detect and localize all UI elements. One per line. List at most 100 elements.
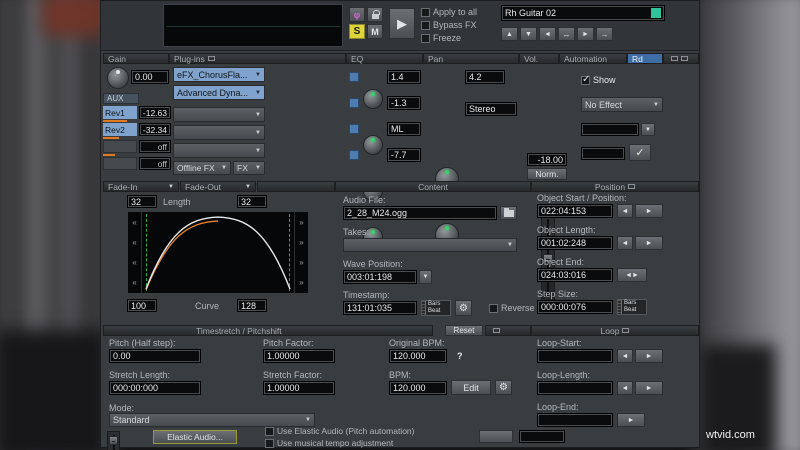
tab-plugins[interactable]: Plug-ins bbox=[169, 53, 346, 64]
object-end-field[interactable]: 024:03:016 bbox=[537, 268, 613, 282]
aux-send-3-name[interactable] bbox=[103, 140, 137, 153]
eq-band-3-enable[interactable] bbox=[349, 124, 359, 134]
nav-swap-button[interactable]: ↔ bbox=[558, 27, 575, 41]
loop-end-right-button[interactable]: ► bbox=[617, 413, 645, 427]
loop-length-left-button[interactable]: ◄ bbox=[617, 381, 633, 395]
browse-file-button[interactable] bbox=[500, 206, 517, 220]
object-start-field[interactable]: 022:04:153 bbox=[537, 204, 613, 218]
solo-button[interactable]: S bbox=[349, 24, 365, 39]
use-musical-box[interactable] bbox=[265, 438, 274, 448]
stretch-length-field[interactable]: 000:00:000 bbox=[109, 381, 201, 395]
apply-to-all-box[interactable] bbox=[421, 7, 430, 17]
reverse-checkbox[interactable]: Reverse bbox=[489, 303, 535, 313]
nav-up-button[interactable]: ▲ bbox=[501, 27, 518, 41]
bypass-fx-checkbox[interactable]: Bypass FX bbox=[421, 20, 477, 30]
use-elastic-checkbox[interactable]: Use Elastic Audio (Pitch automation) bbox=[265, 426, 414, 436]
normalize-button[interactable]: Norm. bbox=[527, 168, 567, 180]
object-length-right-button[interactable]: ► bbox=[635, 236, 663, 250]
fade-in-preset-strip[interactable]: «««« bbox=[128, 212, 142, 293]
loop-start-field[interactable] bbox=[537, 349, 613, 363]
volume-value-field[interactable]: -18.00 bbox=[527, 153, 567, 166]
loop-collapse-icon[interactable] bbox=[622, 328, 630, 333]
step-size-field[interactable]: 000:00:076 bbox=[537, 300, 613, 314]
automation-show-box[interactable] bbox=[581, 74, 590, 85]
original-bpm-field[interactable]: 120.000 bbox=[389, 349, 447, 363]
elastic-audio-button[interactable]: Elastic Audio... bbox=[153, 430, 237, 444]
use-musical-checkbox[interactable]: Use musical tempo adjustment bbox=[265, 438, 393, 448]
nav-next-button[interactable]: ► bbox=[577, 27, 594, 41]
eq-band-4-enable[interactable] bbox=[349, 150, 359, 160]
tab-rd[interactable]: Rd bbox=[627, 53, 663, 64]
timestamp-bars-beat-button[interactable]: Bars Beat bbox=[421, 300, 451, 316]
eq-band-2-value[interactable]: -1.3 bbox=[387, 96, 421, 110]
offline-fx-dropdown[interactable]: Offline FX ▼ bbox=[173, 161, 231, 175]
pan-mode-field[interactable]: Stereo bbox=[465, 102, 517, 116]
bottom-blank-field[interactable] bbox=[519, 430, 565, 443]
timestretch-collapse-icon[interactable] bbox=[493, 328, 500, 333]
automation-value-field[interactable] bbox=[581, 147, 625, 160]
play-button[interactable]: ▶ bbox=[389, 8, 415, 39]
object-end-step-button[interactable]: ◄► bbox=[617, 268, 647, 282]
freeze-box[interactable] bbox=[421, 33, 430, 43]
mode-dropdown[interactable]: Standard ▼ bbox=[109, 413, 315, 427]
bottom-blank-button[interactable] bbox=[479, 430, 513, 443]
collapse-icon-2[interactable] bbox=[681, 56, 688, 61]
wave-position-field[interactable]: 003:01:198 bbox=[343, 270, 417, 284]
pan-value-field[interactable]: 4.2 bbox=[465, 70, 505, 84]
gain-knob[interactable] bbox=[107, 67, 129, 89]
eq-band-3-value[interactable]: ML bbox=[387, 122, 421, 136]
eq-band-2-knob[interactable] bbox=[363, 135, 383, 155]
content-header[interactable]: Content bbox=[335, 181, 531, 192]
timestamp-field[interactable]: 131:01:035 bbox=[343, 301, 417, 315]
tab-fade-in[interactable]: Fade-In ▼ bbox=[103, 181, 179, 192]
audio-file-field[interactable]: 2_28_M24.ogg bbox=[343, 206, 497, 220]
timestretch-header[interactable]: Timestretch / Pitchshift bbox=[103, 325, 433, 336]
nav-prev-button[interactable]: ◄ bbox=[539, 27, 556, 41]
automation-effect-dropdown[interactable]: No Effect ▼ bbox=[581, 97, 663, 112]
fade-out-length-field[interactable]: 32 bbox=[237, 195, 267, 208]
aux-send-2-name[interactable]: Rev2 bbox=[103, 123, 137, 136]
bpm-settings-button[interactable]: ⚙ bbox=[495, 380, 512, 395]
automation-curve-arrow-button[interactable]: ▼ bbox=[641, 123, 655, 136]
aux-send-3-value[interactable]: off bbox=[139, 140, 171, 153]
plugin-slot-2[interactable]: Advanced Dyna... ▼ bbox=[173, 85, 265, 100]
eq-band-2-enable[interactable] bbox=[349, 98, 359, 108]
collapse-icon[interactable] bbox=[671, 56, 678, 61]
plugin-slot-5[interactable]: ▼ bbox=[173, 143, 265, 158]
stretch-factor-field[interactable]: 1.00000 bbox=[263, 381, 335, 395]
plugin-slot-1[interactable]: eFX_ChorusFla... ▼ bbox=[173, 67, 265, 82]
fade-in-length-field[interactable]: 32 bbox=[127, 195, 157, 208]
tab-eq[interactable]: EQ bbox=[346, 53, 423, 64]
nav-jump-button[interactable]: → bbox=[596, 27, 613, 41]
object-start-right-button[interactable]: ► bbox=[635, 204, 663, 218]
reverse-box[interactable] bbox=[489, 303, 498, 313]
aux-send-4-value[interactable]: off bbox=[139, 157, 171, 170]
position-collapse-icon[interactable] bbox=[628, 184, 636, 189]
loop-start-right-button[interactable]: ► bbox=[635, 349, 663, 363]
apply-to-all-checkbox[interactable]: Apply to all bbox=[421, 7, 477, 17]
tab-vol[interactable]: Vol. bbox=[519, 53, 559, 64]
eq-band-4-value[interactable]: -7.7 bbox=[387, 148, 421, 162]
takes-dropdown[interactable]: ▼ bbox=[343, 238, 517, 252]
phase-invert-button[interactable]: φ bbox=[349, 7, 365, 22]
nav-down-button[interactable]: ▼ bbox=[520, 27, 537, 41]
plugin-slot-3[interactable]: ▼ bbox=[173, 107, 265, 122]
gain-value-field[interactable]: 0.00 bbox=[131, 70, 169, 84]
lock-button[interactable] bbox=[367, 7, 383, 22]
bypass-fx-box[interactable] bbox=[421, 20, 430, 30]
fade-out-curve-field[interactable]: 128 bbox=[237, 299, 267, 312]
object-length-left-button[interactable]: ◄ bbox=[617, 236, 633, 250]
aux-send-4-name[interactable] bbox=[103, 157, 137, 170]
loop-end-field[interactable] bbox=[537, 413, 613, 427]
mute-button[interactable]: M bbox=[367, 24, 383, 39]
timestamp-settings-button[interactable]: ⚙ bbox=[455, 300, 472, 316]
aux-send-1-value[interactable]: -12.63 bbox=[139, 106, 171, 119]
position-header[interactable]: Position bbox=[531, 181, 699, 192]
tab-fade-out[interactable]: Fade-Out ▼ bbox=[180, 181, 256, 192]
eq-band-1-value[interactable]: 1.4 bbox=[387, 70, 421, 84]
fx-dropdown[interactable]: FX ▼ bbox=[233, 161, 265, 175]
loop-length-right-button[interactable]: ► bbox=[635, 381, 663, 395]
fade-out-preset-strip[interactable]: »»»» bbox=[294, 212, 308, 293]
bpm-edit-button[interactable]: Edit bbox=[451, 380, 491, 395]
loop-length-field[interactable] bbox=[537, 381, 613, 395]
